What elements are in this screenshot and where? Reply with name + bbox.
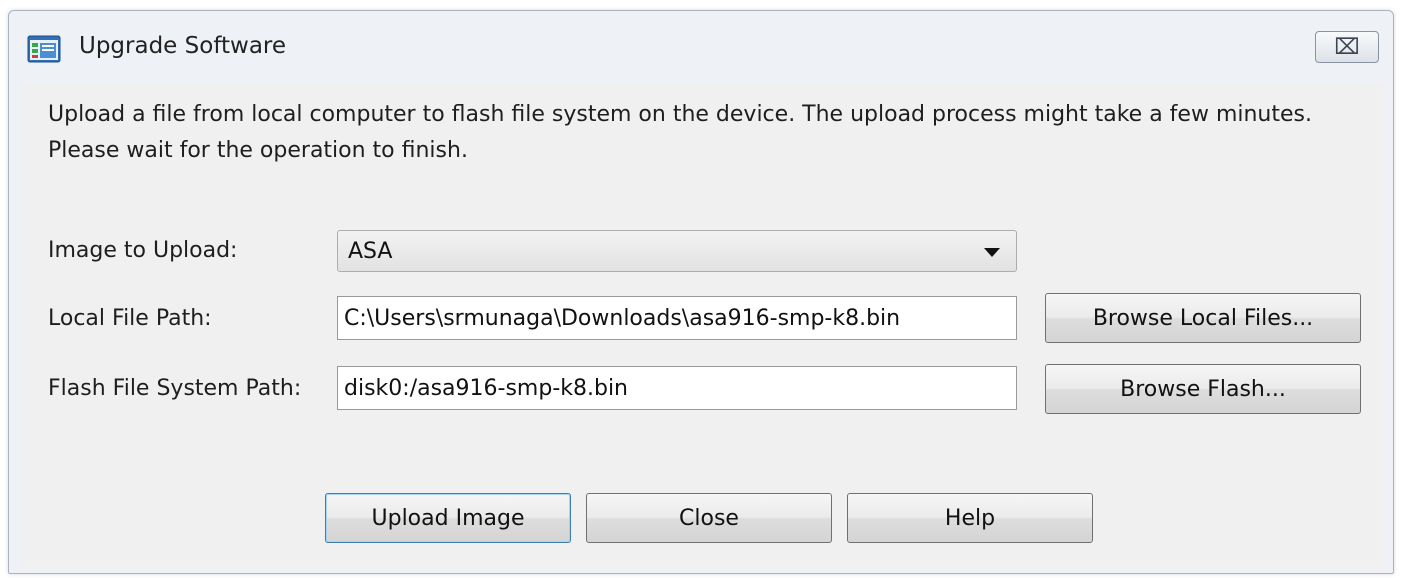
close-window-button[interactable]: ⌧ (1315, 31, 1379, 63)
close-button[interactable]: Close (586, 493, 832, 543)
upgrade-software-dialog: Upgrade Software ⌧ Upload a file from lo… (8, 10, 1394, 574)
upload-image-button[interactable]: Upload Image (325, 493, 571, 543)
local-file-path-label: Local File Path: (48, 306, 212, 331)
title-bar[interactable]: Upgrade Software ⌧ (9, 11, 1393, 81)
window-title: Upgrade Software (79, 33, 287, 59)
chevron-down-icon[interactable] (984, 248, 1000, 257)
image-to-upload-value: ASA (348, 238, 393, 264)
flash-file-system-path-label: Flash File System Path: (48, 376, 302, 401)
close-icon: ⌧ (1334, 34, 1360, 60)
description-text: Upload a file from local computer to fla… (48, 102, 1312, 163)
image-to-upload-select[interactable]: ASA (337, 230, 1017, 272)
flash-file-system-path-input[interactable] (337, 366, 1017, 410)
browse-flash-button[interactable]: Browse Flash... (1045, 364, 1361, 414)
browse-local-files-button[interactable]: Browse Local Files... (1045, 293, 1361, 343)
help-button[interactable]: Help (847, 493, 1093, 543)
app-window-icon (27, 35, 61, 63)
local-file-path-input[interactable] (337, 296, 1017, 340)
image-to-upload-label: Image to Upload: (48, 238, 238, 263)
dialog-content: Upload a file from local computer to fla… (21, 83, 1383, 567)
